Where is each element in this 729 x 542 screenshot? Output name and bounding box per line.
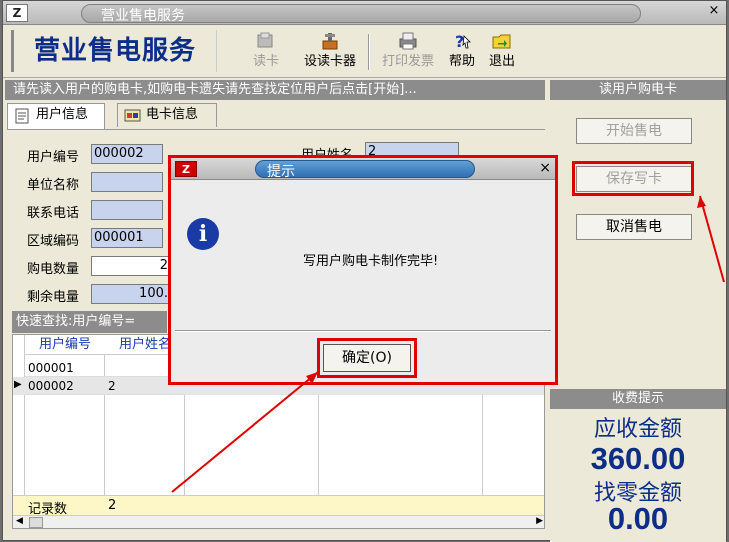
save-button-highlight [572,161,694,196]
buy-amount-label: 购电数量 [27,262,80,277]
tab-card-info-label: 电卡信息 [146,107,199,122]
user-info-icon [15,108,29,124]
window-title: 营业售电服务 [101,8,185,24]
card-info-icon [124,109,141,122]
info-icon: i [187,218,219,250]
dialog-title: 提示 [267,164,295,180]
scroll-right-icon[interactable]: ▶ [536,516,543,526]
grid-footer: 记录数 2 [13,495,544,517]
table-row-cell[interactable]: 000001 [25,359,105,377]
dialog-message: 写用户购电卡制作完毕! [303,254,439,269]
settings-tools-icon [322,33,338,50]
fee-header: 收费提示 [550,389,726,409]
scroll-left-icon[interactable]: ◀ [16,516,23,526]
toolbar: 营业售电服务 读卡 设读卡器 打印发票 ? 帮助 退出 [3,26,726,78]
app-title: 营业售电服务 [11,30,217,72]
app-logo-icon: Z [6,4,28,22]
hint-bar: 请先读入用户的购电卡,如购电卡遗失请先查找定位用户后点击[开始]... [5,80,545,100]
scroll-thumb[interactable] [29,517,43,528]
fee-panel: 收费提示 应收金额 360.00 找零金额 0.00 [550,389,726,542]
ok-button[interactable]: 确定(O) [323,344,411,372]
set-reader-label: 设读卡器 [303,54,356,69]
unit-field[interactable] [91,172,163,192]
area-field[interactable]: 000001 [91,228,163,248]
print-invoice-button[interactable]: 打印发票 [375,30,441,74]
grid-indicator-column [13,335,25,498]
ok-button-highlight: 确定(O) [317,338,417,378]
toolbar-separator [368,34,370,70]
unit-label: 单位名称 [27,178,80,193]
read-card-panel: 读用户购电卡 开始售电 保存写卡 取消售电 [550,80,726,380]
tab-card-info[interactable]: 电卡信息 [117,103,217,127]
dialog-title-bar: Z 提示 × [171,158,555,180]
start-sale-button[interactable]: 开始售电 [576,118,692,144]
remain-label: 剩余电量 [27,290,80,305]
user-no-label: 用户编号 [27,150,80,165]
phone-field[interactable] [91,200,163,220]
remain-field: 100. [91,284,171,304]
window-close-icon[interactable]: × [706,4,722,20]
title-bar: Z 营业售电服务 × [3,1,726,25]
tab-user-info[interactable]: 用户信息 [7,103,105,129]
printer-icon [399,32,417,50]
row-pointer-icon: ▶ [14,379,22,390]
receivable-label: 应收金额 [593,417,682,442]
set-reader-button[interactable]: 设读卡器 [298,30,362,74]
read-card-label: 读卡 [252,54,279,69]
user-no-field[interactable]: 000002 [91,144,163,164]
card-reader-icon [257,32,273,48]
table-row-cell[interactable]: 000002 [25,377,105,395]
dialog-close-icon[interactable]: × [539,160,551,176]
exit-folder-icon [492,34,511,49]
read-card-button[interactable]: 读卡 [243,30,289,74]
column-header-user-no[interactable]: 用户编号 [25,335,105,355]
dialog-logo-icon: Z [175,161,197,177]
area-label: 区域编码 [27,234,80,249]
horizontal-scrollbar[interactable]: ◀ ▶ [13,515,544,528]
prompt-dialog: Z 提示 × i 写用户购电卡制作完毕! 确定(O) [168,155,558,385]
quick-search-label: 快速查找:用户编号= [12,311,167,333]
exit-button[interactable]: 退出 [485,30,519,74]
buy-amount-field[interactable]: 2 [91,256,171,276]
cancel-sale-button[interactable]: 取消售电 [576,214,692,240]
dialog-divider [175,330,551,332]
tab-user-info-label: 用户信息 [36,107,89,122]
help-label: 帮助 [448,54,475,69]
read-card-header: 读用户购电卡 [550,80,726,100]
exit-label: 退出 [488,54,515,69]
help-icon: ? [455,32,471,50]
receivable-amount: 360.00 [590,441,686,476]
print-invoice-label: 打印发票 [381,54,434,69]
help-button[interactable]: ? 帮助 [445,30,479,74]
svg-text:?: ? [455,32,464,50]
record-count-value: 2 [108,498,117,513]
change-amount: 0.00 [607,501,669,536]
phone-label: 联系电话 [27,206,80,221]
